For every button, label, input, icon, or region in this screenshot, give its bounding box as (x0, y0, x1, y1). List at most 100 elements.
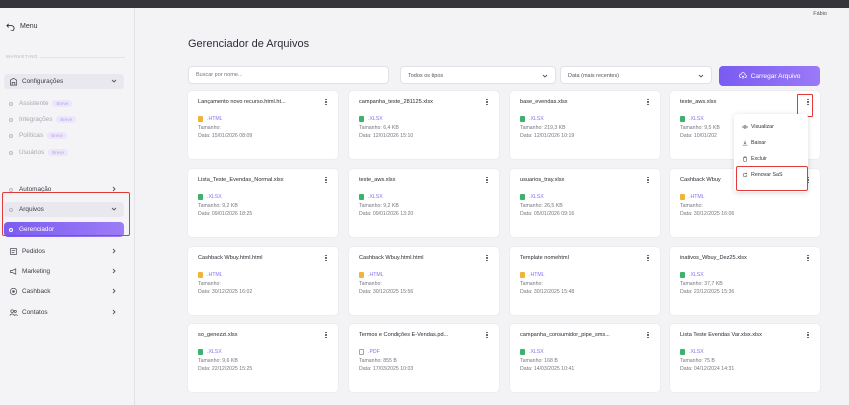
search-input[interactable] (188, 66, 389, 84)
file-name: teste_aws.xlsx (359, 177, 396, 183)
sidebar-item-cashback[interactable]: Cashback (4, 284, 124, 299)
file-date: Data: 30/12/2025 15:56 (359, 289, 414, 295)
menu-item-label: Excluir (751, 156, 767, 162)
file-card[interactable]: teste_aws.xlsx .XLSX Tamanho: 9,2 KB Data: … (349, 169, 499, 237)
menu-item-excluir[interactable]: Excluir (734, 151, 808, 167)
bullet-icon (9, 227, 13, 232)
more-options-icon[interactable] (322, 330, 330, 340)
more-options-icon[interactable] (322, 97, 330, 107)
sidebar-item-usuarios[interactable]: Usuários Breve (4, 145, 124, 160)
file-card[interactable]: Lista Teste Evendas Var.xlsx.xlsx .XLSX Ta… (670, 324, 820, 392)
file-card[interactable]: Cashback Wbuy.html.html .HTML Tamanho: Data… (349, 247, 499, 315)
file-card[interactable]: inativos_Wbuy_Dez25.xlsx .XLSX Tamanho: 37… (670, 247, 820, 315)
file-card[interactable]: usuarios_tray.xlsx .XLSX Tamanho: 26,5 KB D… (510, 169, 660, 237)
menu-item-renovar-sas[interactable]: Renovar SaS (734, 167, 808, 183)
more-options-icon[interactable] (804, 330, 812, 340)
more-options-icon[interactable] (644, 253, 652, 263)
sidebar-item-automacao[interactable]: Automação (4, 182, 124, 197)
sidebar-item-gerenciador[interactable]: Gerenciador (4, 222, 124, 237)
sidebar-item-assistente[interactable]: Assistente Breve (4, 96, 124, 111)
menu-item-label: Baixar (751, 140, 767, 146)
file-date: Data: 15/01/2026 08:09 (198, 133, 253, 139)
file-type-label: .XLSX (689, 272, 704, 278)
user-name[interactable]: Fábio (813, 11, 827, 17)
sidebar-item-configuracoes[interactable]: Configurações (4, 74, 124, 89)
file-card[interactable]: Lista_Teste_Evendas_Normal.xlsx .XLSX Tama… (188, 169, 338, 237)
file-card[interactable]: Termos e Condições E-Vendas.pd... .PDF Tam… (349, 324, 499, 392)
sidebar-item-marketing[interactable]: Marketing (4, 264, 124, 279)
file-type: .XLSX (520, 349, 650, 355)
upload-file-button[interactable]: Carregar Arquivo (719, 66, 820, 86)
file-card[interactable]: Cashback Wbuy.html.html .HTML Tamanho: Data… (188, 247, 338, 315)
menu-toggle[interactable]: Menu (6, 22, 38, 31)
sidebar-item-integracoes[interactable]: Integrações Breve (4, 112, 124, 127)
more-options-icon[interactable] (483, 253, 491, 263)
file-name: Lista Teste Evendas Var.xlsx.xlsx (680, 332, 762, 338)
sidebar-item-arquivos[interactable]: Arquivos (4, 202, 124, 217)
file-card[interactable]: campanha_teste_281125.xlsx .XLSX Tamanho: … (349, 91, 499, 159)
file-name: usuarios_tray.xlsx (520, 177, 565, 183)
file-icon (520, 194, 525, 200)
more-options-icon[interactable] (322, 175, 330, 185)
bullet-icon (9, 117, 13, 122)
file-date: Data: 30/12/2025 16:06 (680, 211, 735, 217)
type-filter-select[interactable]: Todos os tipos (400, 66, 556, 84)
file-type: .XLSX (359, 116, 489, 122)
file-type-label: .XLSX (529, 194, 544, 200)
page-title: Gerenciador de Arquivos (188, 38, 310, 50)
file-card[interactable]: Lançamento novo recurso.html.ht... .HTML T… (188, 91, 338, 159)
coming-soon-badge: Breve (56, 116, 77, 123)
file-date: Data: 04/12/2024 14:31 (680, 366, 735, 372)
file-date: Data: 09/01/2026 13:20 (359, 211, 414, 217)
refresh-icon (742, 172, 748, 178)
menu-item-visualizar[interactable]: Visualizar (734, 119, 808, 135)
file-size: Tamanho: (520, 281, 543, 287)
more-options-icon[interactable] (644, 175, 652, 185)
menu-item-baixar[interactable]: Baixar (734, 135, 808, 151)
file-card[interactable]: Template nomehtml .HTML Tamanho: Data: 30/1… (510, 247, 660, 315)
file-name: so_genezzi.xlsx (198, 332, 238, 338)
bullet-icon (9, 133, 13, 138)
file-card[interactable]: campanha_consumidor_pipe_sms... .XLSX Tama… (510, 324, 660, 392)
file-name: Lista_Teste_Evendas_Normal.xlsx (198, 177, 284, 183)
bullet-icon (9, 150, 13, 155)
chevron-right-icon (110, 247, 118, 255)
file-type-label: .HTML (689, 194, 705, 200)
sidebar-item-label: Configurações (22, 78, 64, 85)
file-date: Data: 14/03/2025 10:41 (520, 366, 575, 372)
more-options-icon[interactable] (804, 253, 812, 263)
file-name: Cashback Wbuy.html.html (359, 255, 424, 261)
file-card[interactable]: so_genezzi.xlsx .XLSX Tamanho: 9,6 KB Data:… (188, 324, 338, 392)
sidebar-item-pedidos[interactable]: Pedidos (4, 244, 124, 259)
file-size: Tamanho: (680, 203, 703, 209)
file-icon (359, 349, 364, 355)
file-type-label: .HTML (207, 272, 223, 278)
file-name: Template nomehtml (520, 255, 569, 261)
sidebar-item-contatos[interactable]: Contatos (4, 305, 124, 320)
menu-item-label: Renovar SaS (751, 172, 783, 178)
file-size: Tamanho: 26,5 KB (520, 203, 563, 209)
menu-label: Menu (20, 23, 38, 30)
sidebar-item-label: Automação (19, 186, 52, 193)
more-options-icon[interactable] (322, 253, 330, 263)
more-options-icon[interactable] (483, 97, 491, 107)
file-type-label: .HTML (368, 272, 384, 278)
file-card[interactable]: base_evendas.xlsx .XLSX Tamanho: 219,3 KB D… (510, 91, 660, 159)
sidebar-item-politicas[interactable]: Políticas Breve (4, 128, 124, 143)
file-type-label: .XLSX (689, 349, 704, 355)
file-icon (680, 349, 685, 355)
file-size: Tamanho: 9,6 KB (198, 358, 238, 364)
more-options-icon[interactable] (483, 330, 491, 340)
bullet-icon (9, 187, 13, 192)
coming-soon-badge: Breve (47, 132, 67, 139)
file-type: .XLSX (520, 116, 650, 122)
file-type: .XLSX (680, 349, 810, 355)
more-options-icon[interactable] (804, 97, 812, 107)
more-options-icon[interactable] (644, 330, 652, 340)
file-name: base_evendas.xlsx (520, 99, 568, 105)
date-filter-select[interactable]: Data (mais recentes) (560, 66, 712, 84)
menu-item-label: Visualizar (751, 124, 774, 130)
more-options-icon[interactable] (644, 97, 652, 107)
file-icon (520, 116, 525, 122)
more-options-icon[interactable] (483, 175, 491, 185)
